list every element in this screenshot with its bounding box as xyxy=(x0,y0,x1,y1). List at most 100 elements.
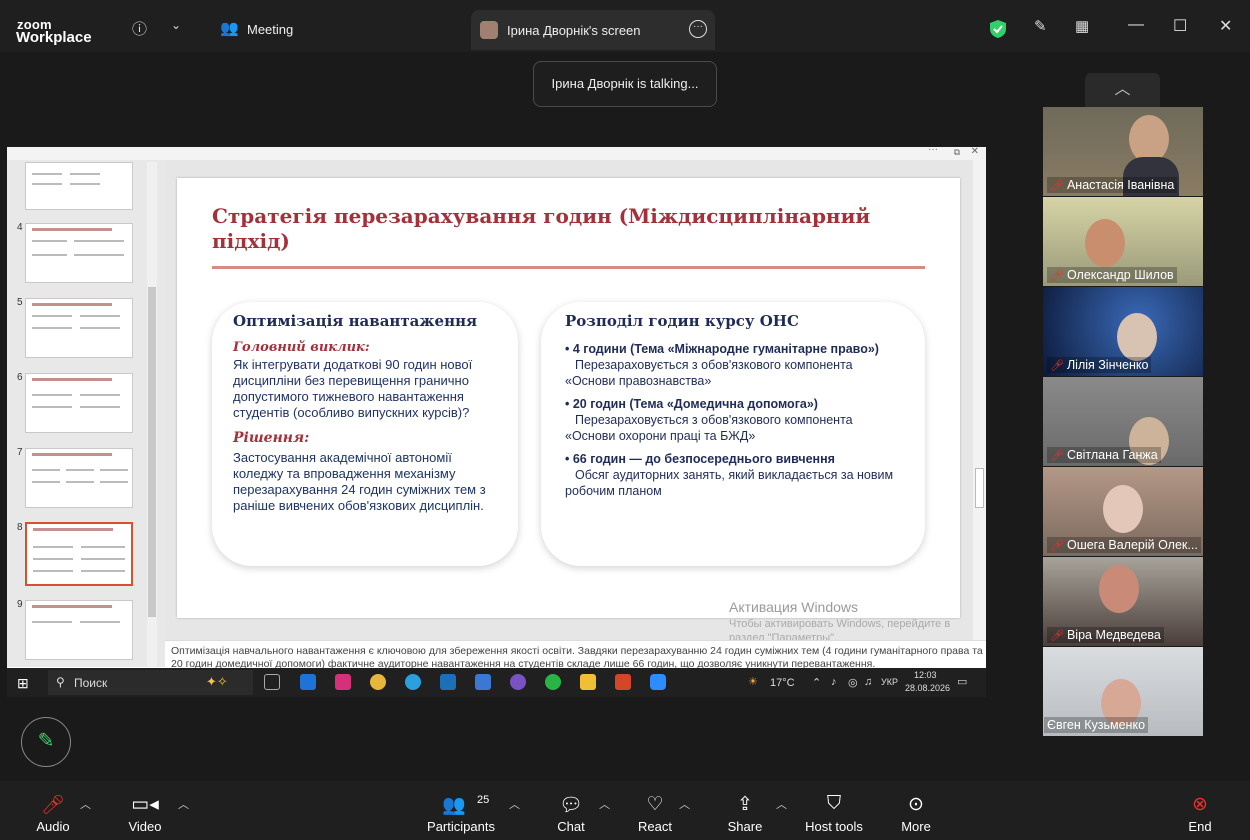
slide-thumbnail-4[interactable] xyxy=(25,223,133,283)
shared-screen-label: Ірина Дворнік's screen xyxy=(507,23,641,38)
react-options-chevron-icon[interactable]: ︿ xyxy=(679,796,690,812)
participant-tile[interactable]: 🎤︎ Лілія Зінченко xyxy=(1043,287,1203,376)
widgets-sparkle-icon: ✦✧ xyxy=(206,674,228,689)
notifications-icon[interactable]: ▭ xyxy=(957,675,967,688)
whatsapp-icon[interactable] xyxy=(545,674,561,690)
muted-mic-icon: 🎤︎ xyxy=(1050,540,1064,552)
slide-scrollbar[interactable] xyxy=(973,160,986,640)
slide-thumbnail-7[interactable] xyxy=(25,448,133,508)
taskbar-search[interactable]: ⚲ Поиск ✦✧ xyxy=(48,670,253,695)
restore-icon[interactable]: ⧉ xyxy=(954,147,960,158)
annotate-pen-icon[interactable]: ✎ xyxy=(21,717,71,767)
slide-number: 4 xyxy=(17,222,23,233)
tab-meeting[interactable]: Meeting xyxy=(247,22,293,37)
chevron-down-icon[interactable]: ⌄ xyxy=(171,18,181,32)
zoom-logo-bottom: Workplace xyxy=(16,29,92,46)
participant-tile[interactable]: 🎤︎ Олександр Шилов xyxy=(1043,197,1203,286)
share-button[interactable]: ⇪ Share xyxy=(724,781,766,840)
video-label: Video xyxy=(128,819,162,834)
bullet-1-title: • 4 години (Тема «Міжнародне гуманітарне… xyxy=(565,342,879,356)
video-options-chevron-icon[interactable]: ︿ xyxy=(178,796,189,812)
slide-thumbnail-9[interactable] xyxy=(25,600,133,660)
slide-number: 9 xyxy=(17,599,23,610)
participant-name: 🎤︎ Світлана Ганжа xyxy=(1047,447,1161,463)
participant-tile[interactable]: 🎤︎ Ошега Валерій Олек... xyxy=(1043,467,1203,556)
left-card-heading: Оптимізація навантаження xyxy=(233,312,478,330)
title-bar: zoom Workplace ⓘ ⌄ 👥 Meeting Ірина Дворн… xyxy=(0,0,1250,52)
participants-button[interactable]: 👥 25 Participants xyxy=(426,781,496,840)
weather-temp: 17°C xyxy=(770,677,795,689)
maximize-icon[interactable]: ☐ xyxy=(1173,16,1187,36)
clock-date[interactable]: 28.08.2026 xyxy=(905,683,950,693)
store-icon[interactable] xyxy=(475,674,491,690)
participants-options-chevron-icon[interactable]: ︿ xyxy=(509,796,520,812)
meeting-toolbar: 🎤︎ Audio ︿ ▭◂ Video ︿ 👥 25 Participants … xyxy=(0,781,1250,840)
windows-start-icon[interactable]: ⊞ xyxy=(17,675,29,692)
speaker-notes[interactable]: Оптимізація навчального навантаження є к… xyxy=(165,640,986,668)
chat-button[interactable]: 💬︎ Chat xyxy=(550,781,592,840)
bullet-3-title: • 66 годин — до безпосереднього вивчення xyxy=(565,452,835,466)
participant-tile[interactable]: 🎤︎ Анастасія Іванівна xyxy=(1043,107,1203,196)
participant-name: 🎤︎ Лілія Зінченко xyxy=(1047,357,1152,373)
powerpoint-icon[interactable] xyxy=(615,674,631,690)
viber-icon[interactable] xyxy=(510,674,526,690)
host-tools-button[interactable]: ⛉ Host tools xyxy=(802,781,866,840)
muted-mic-icon: 🎤︎ xyxy=(40,795,66,816)
defender-icon[interactable] xyxy=(440,674,456,690)
outlook-icon[interactable] xyxy=(300,674,316,690)
right-card: Розподіл годин курсу ОНС • 4 години (Тем… xyxy=(541,302,925,566)
gallery-collapse-chevron-icon[interactable]: ︿ xyxy=(1085,73,1160,107)
thumbnail-scrollbar[interactable] xyxy=(147,162,157,667)
instagram-icon[interactable] xyxy=(335,674,351,690)
muted-mic-icon: 🎤︎ xyxy=(1050,270,1064,282)
network-icon[interactable]: ◎ xyxy=(848,676,858,689)
file-explorer-icon[interactable] xyxy=(580,674,596,690)
share-options-chevron-icon[interactable]: ︿ xyxy=(776,796,787,812)
more-options-icon[interactable]: ··· xyxy=(689,20,707,38)
end-label: End xyxy=(1188,819,1212,834)
minimize-icon[interactable]: — xyxy=(1128,16,1144,34)
layout-icon[interactable]: ▦ xyxy=(1075,17,1089,35)
slide-number: 7 xyxy=(17,447,23,458)
speaker-icon[interactable]: ♫ xyxy=(864,676,872,688)
zoom-taskbar-icon[interactable] xyxy=(650,674,666,690)
slide-thumbnail-8-selected[interactable] xyxy=(25,522,133,586)
host-tools-label: Host tools xyxy=(805,819,863,834)
bullet-3-text: Обсяг аудиторних занять, який викладаєть… xyxy=(565,468,894,498)
slide-thumbnail-6[interactable] xyxy=(25,373,133,433)
magic-wand-icon[interactable]: ✎ xyxy=(1034,17,1047,35)
task-view-icon[interactable] xyxy=(264,674,280,690)
end-button[interactable]: ⊗ End xyxy=(1180,781,1220,840)
clock-time[interactable]: 12:03 xyxy=(914,670,937,680)
close-icon[interactable]: ✕ xyxy=(971,146,979,157)
solution-label: Рішення: xyxy=(233,430,310,446)
audio-options-chevron-icon[interactable]: ︿ xyxy=(80,796,91,812)
microphone-icon[interactable]: ♪ xyxy=(831,676,837,688)
chat-bubble-icon: 💬︎ xyxy=(558,795,584,816)
slide-thumbnail-5[interactable] xyxy=(25,298,133,358)
telegram-icon[interactable] xyxy=(405,674,421,690)
slide-thumbnail-3[interactable] xyxy=(25,162,133,210)
chrome-icon[interactable] xyxy=(370,674,386,690)
tab-shared-screen[interactable]: Ірина Дворнік's screen ··· xyxy=(471,10,715,50)
tray-chevron-up-icon[interactable]: ⌃ xyxy=(812,676,821,689)
language-indicator[interactable]: УКР xyxy=(881,677,898,687)
react-button[interactable]: ♡ React xyxy=(634,781,676,840)
more-button[interactable]: ⊙ More xyxy=(896,781,936,840)
slide-title: Стратегія перезарахування годин (Міждисц… xyxy=(212,204,871,253)
participant-tile[interactable]: 🎤︎ Світлана Ганжа xyxy=(1043,377,1203,466)
video-button[interactable]: ▭◂ Video xyxy=(120,781,170,840)
video-camera-icon: ▭◂ xyxy=(131,794,159,815)
more-icon[interactable]: ··· xyxy=(928,144,938,155)
chat-options-chevron-icon[interactable]: ︿ xyxy=(599,796,610,812)
bullet-2-title: • 20 годин (Тема «Домедична допомога») xyxy=(565,397,818,411)
info-icon[interactable]: ⓘ xyxy=(132,18,147,39)
muted-mic-icon: 🎤︎ xyxy=(1050,630,1064,642)
participant-name: 🎤︎ Анастасія Іванівна xyxy=(1047,177,1178,193)
close-icon[interactable]: ✕ xyxy=(1219,16,1232,36)
shield-icon[interactable] xyxy=(989,19,1007,39)
slide-thumbnail-panel: 4 5 6 7 8 9 xyxy=(7,160,165,667)
participant-tile[interactable]: 🎤︎ Віра Медведева xyxy=(1043,557,1203,646)
audio-button[interactable]: 🎤︎ Audio xyxy=(28,781,78,840)
participant-tile[interactable]: Євген Кузьменко xyxy=(1043,647,1203,736)
